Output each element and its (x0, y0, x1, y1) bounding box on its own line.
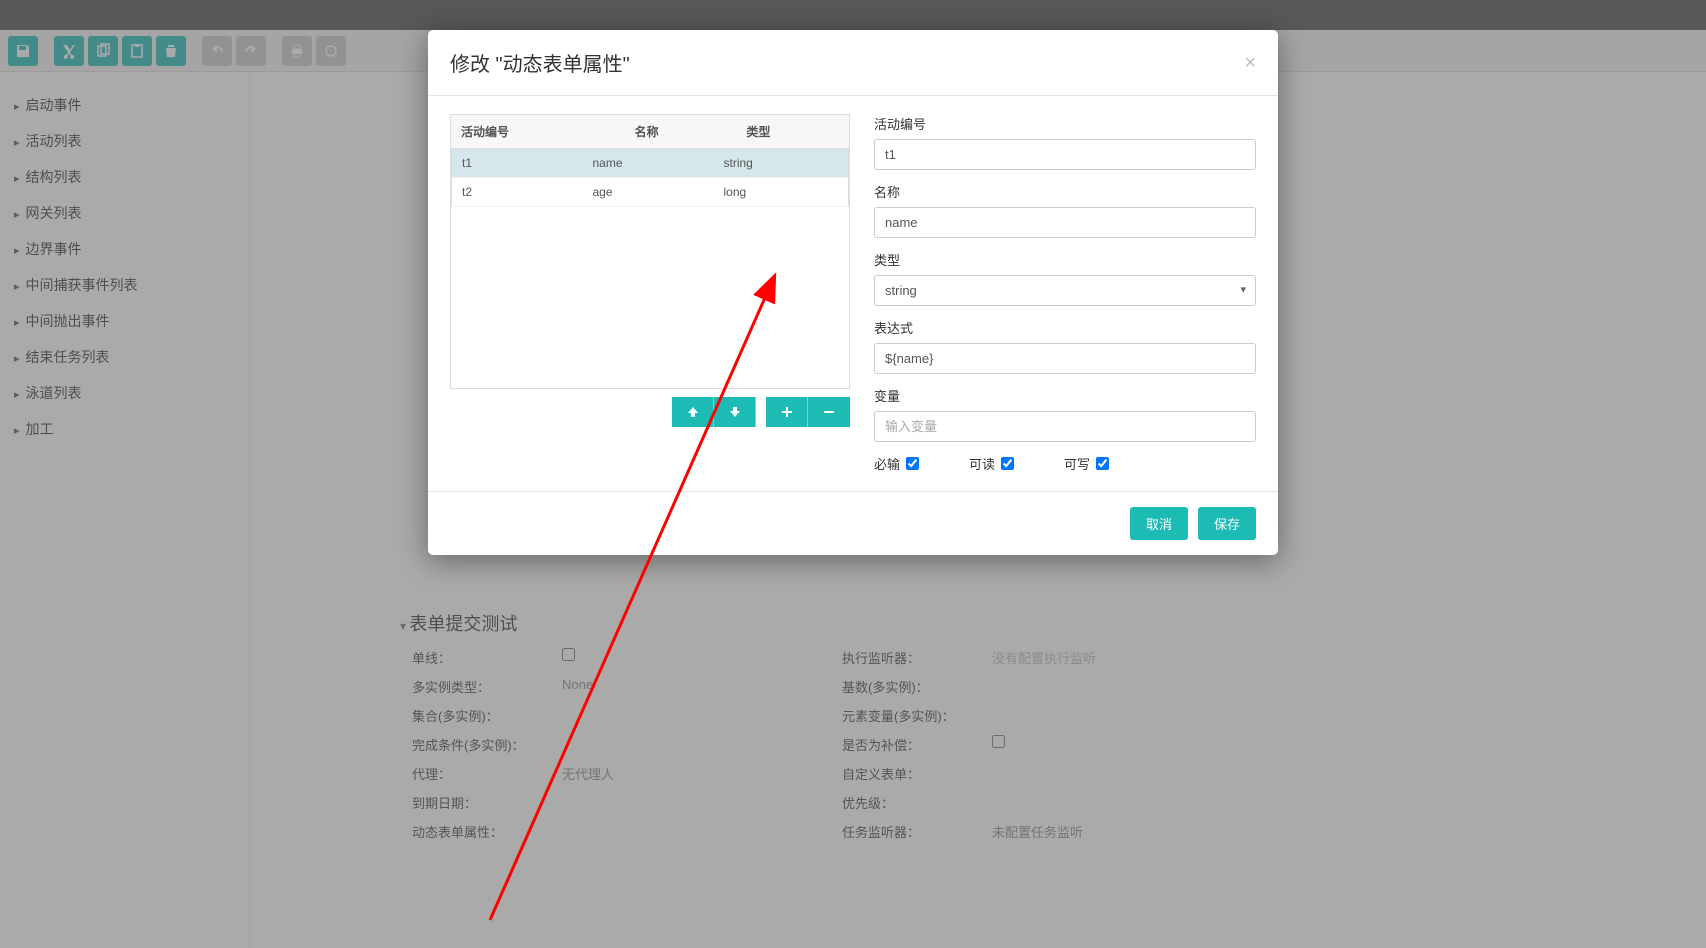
id-label: 活动编号 (874, 114, 1256, 133)
move-up-button[interactable] (672, 397, 714, 427)
th-id: 活动编号 (451, 115, 625, 149)
cell-name: age (583, 178, 714, 207)
writable-label: 可写 (1064, 454, 1090, 473)
save-button[interactable]: 保存 (1198, 507, 1256, 540)
move-down-button[interactable] (714, 397, 756, 427)
th-name: 名称 (625, 115, 737, 149)
type-label: 类型 (874, 250, 1256, 269)
remove-button[interactable] (808, 397, 850, 427)
type-select[interactable]: string (874, 275, 1256, 306)
required-label: 必输 (874, 454, 900, 473)
edit-form-properties-modal: 修改 "动态表单属性" × 活动编号 名称 类型 t1 name string (428, 30, 1278, 555)
expression-input[interactable] (874, 343, 1256, 374)
modal-title: 修改 "动态表单属性" (450, 48, 630, 77)
cell-id: t1 (452, 149, 583, 178)
add-button[interactable] (766, 397, 808, 427)
required-checkbox[interactable] (906, 457, 919, 470)
table-row[interactable]: t1 name string (452, 149, 849, 178)
cell-type: string (714, 149, 849, 178)
cell-name: name (583, 149, 714, 178)
expression-label: 表达式 (874, 318, 1256, 337)
name-label: 名称 (874, 182, 1256, 201)
variable-label: 变量 (874, 386, 1256, 405)
readable-checkbox[interactable] (1001, 457, 1014, 470)
close-icon[interactable]: × (1244, 53, 1256, 73)
name-input[interactable] (874, 207, 1256, 238)
writable-checkbox[interactable] (1096, 457, 1109, 470)
id-input[interactable] (874, 139, 1256, 170)
variable-input[interactable] (874, 411, 1256, 442)
cell-type: long (714, 178, 849, 207)
properties-table: 活动编号 名称 类型 (450, 114, 850, 149)
th-type: 类型 (736, 115, 849, 149)
cell-id: t2 (452, 178, 583, 207)
cancel-button[interactable]: 取消 (1130, 507, 1188, 540)
table-row[interactable]: t2 age long (452, 178, 849, 207)
readable-label: 可读 (969, 454, 995, 473)
